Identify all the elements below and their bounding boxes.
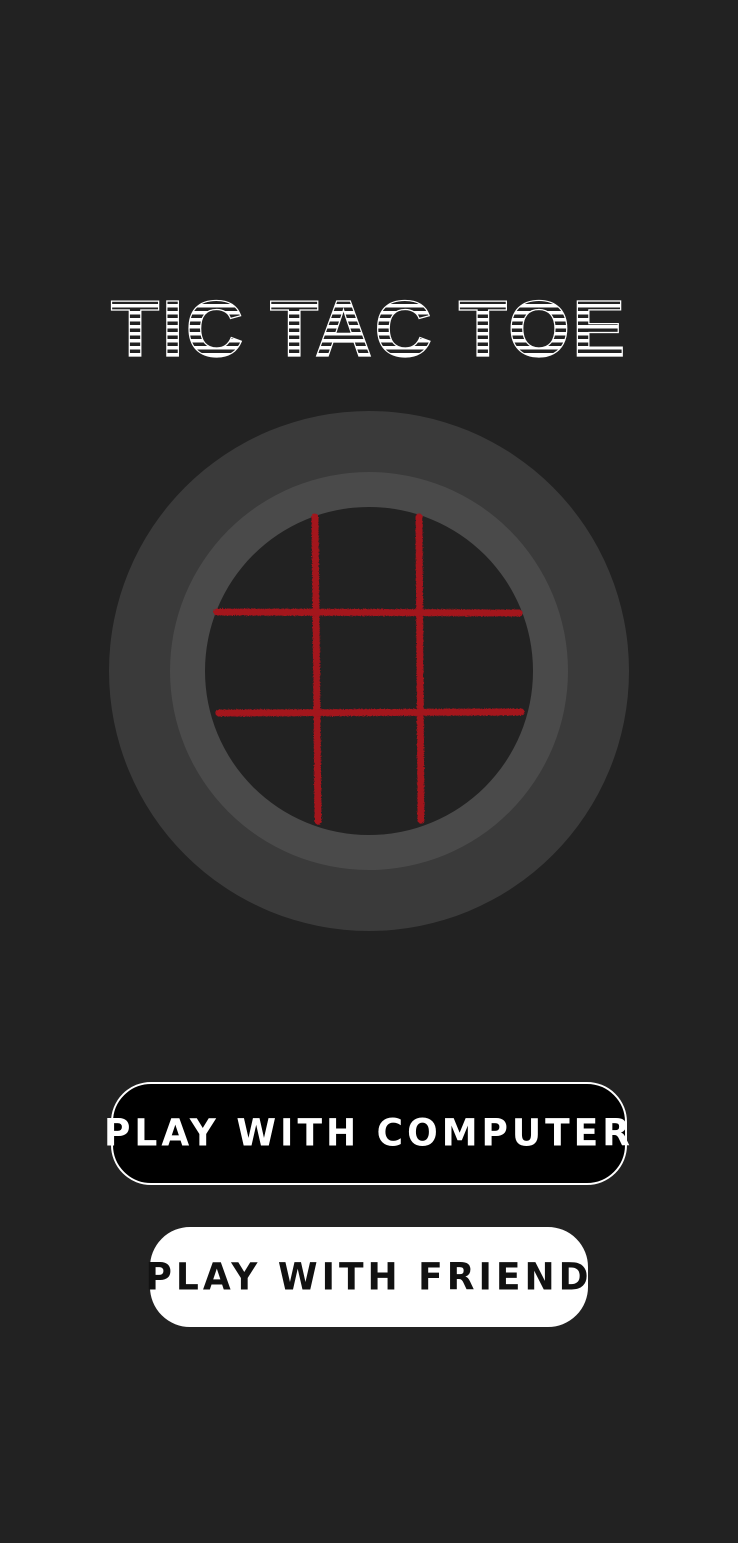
title-text: TIC TAC TOE [111, 290, 628, 370]
title-striped-text: TIC TAC TOE [110, 290, 628, 370]
grid-line-vertical-1 [311, 513, 322, 825]
grid-line-vertical-2 [415, 513, 425, 824]
grid-line-horizontal-2 [215, 708, 525, 717]
play-with-computer-label: PLAY WITH COMPUTER [104, 1111, 634, 1156]
grid-line-horizontal-1 [213, 608, 523, 617]
board-emblem [109, 411, 629, 931]
tic-tac-toe-grid-icon [213, 513, 525, 825]
play-with-computer-button[interactable]: PLAY WITH COMPUTER [104, 1082, 630, 1185]
play-with-friend-label: PLAY WITH FRIEND [145, 1255, 593, 1299]
play-with-friend-button[interactable]: PLAY WITH FRIEND [146, 1227, 589, 1327]
page-title: TIC TAC TOE [0, 290, 738, 370]
